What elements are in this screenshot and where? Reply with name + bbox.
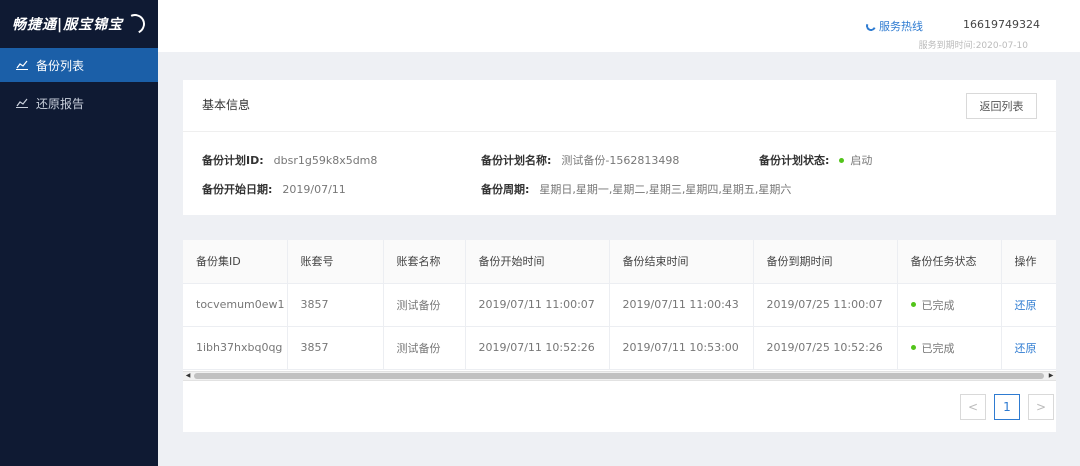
hotline-number: 16619749324 [963,18,1040,31]
field-value: 测试备份-1562813498 [561,154,680,167]
restore-link[interactable]: 还原 [1015,342,1037,355]
table-cell-status: 已完成 [897,326,1002,370]
table-cell: 测试备份 [383,326,466,370]
chart-line-icon [16,59,28,71]
top-header: 服务热线 16619749324 服务到期时间:2020-07-10 [158,0,1080,52]
column-header[interactable]: 操作 [1001,240,1056,284]
table-cell: 3857 [287,326,384,370]
chart-line-icon [16,97,28,109]
table-cell: 2019/07/11 11:00:07 [465,283,610,327]
service-expiry: 服务到期时间:2020-07-10 [918,41,1028,51]
field-label: 备份开始日期: [202,183,273,196]
field-label: 备份周期: [481,183,530,196]
basic-info-card: 基本信息 返回列表 备份计划ID: dbsr1g59k8x5dm8 备份计划名称:… [183,80,1056,215]
column-header[interactable]: 账套名称 [383,240,466,284]
scroll-left-icon[interactable]: ◀ [183,372,193,380]
table-cell: 2019/07/11 10:53:00 [609,326,754,370]
table-cell: 2019/07/25 10:52:26 [753,326,898,370]
page-button-current[interactable]: 1 [994,394,1020,420]
status-text: 已完成 [921,298,955,312]
field-backup-cycle: 备份周期: 星期日,星期一,星期二,星期三,星期四,星期五,星期六 [481,181,791,197]
table-row: 1ibh37hxbq0qg 3857 测试备份 2019/07/11 10:52… [183,326,1056,370]
table-cell: tocvemum0ew1 [183,283,288,327]
hotline-label: 服务热线 [879,20,923,33]
next-page-button[interactable]: > [1028,394,1054,420]
field-plan-id: 备份计划ID: dbsr1g59k8x5dm8 [202,152,377,168]
wifi-signal-icon [122,11,148,37]
field-label: 备份计划名称: [481,154,552,167]
table-cell: 测试备份 [383,283,466,327]
column-header[interactable]: 备份到期时间 [753,240,898,284]
sidebar: 畅捷通|服宝锦宝 备份列表 还原报告 [0,0,158,466]
table-cell: 2019/07/11 11:00:43 [609,283,754,327]
field-value: 星期日,星期一,星期二,星期三,星期四,星期五,星期六 [539,183,792,196]
phone-icon [864,19,878,33]
field-value: 2019/07/11 [282,183,346,196]
brand-logo-text: 畅捷通|服宝锦宝 [12,17,124,33]
table-cell-action: 还原 [1001,283,1056,327]
field-plan-name: 备份计划名称: 测试备份-1562813498 [481,152,679,168]
column-header[interactable]: 账套号 [287,240,384,284]
status-dot-icon [910,345,916,350]
table-cell-action: 还原 [1001,326,1056,370]
column-header[interactable]: 备份开始时间 [465,240,610,284]
status-dot-icon [839,157,845,163]
scrollbar-thumb[interactable] [194,373,1044,379]
status-dot-icon [910,302,916,307]
table-cell-status: 已完成 [897,283,1002,327]
table-cell: 1ibh37hxbq0qg [183,326,288,370]
pagination: < 1 > [960,394,1054,420]
table-header-row: 备份集ID 账套号 账套名称 备份开始时间 备份结束时间 备份到期时间 备份任务… [183,240,1056,284]
sidebar-item-restore-report[interactable]: 还原报告 [0,86,158,120]
horizontal-scrollbar[interactable]: ◀ ▶ [183,371,1056,381]
status-text: 已完成 [921,341,955,355]
field-value: 启动 [850,154,873,167]
field-plan-status: 备份计划状态: 启动 [759,152,872,168]
column-header[interactable]: 备份结束时间 [609,240,754,284]
service-hotline[interactable]: 服务热线 [864,18,923,34]
scroll-right-icon[interactable]: ▶ [1046,372,1056,380]
table-cell: 2019/07/25 11:00:07 [753,283,898,327]
column-header[interactable]: 备份任务状态 [897,240,1002,284]
back-to-list-button[interactable]: 返回列表 [966,93,1037,119]
sidebar-item-label: 还原报告 [36,96,85,111]
table-row: tocvemum0ew1 3857 测试备份 2019/07/11 11:00:… [183,283,1056,327]
field-label: 备份计划状态: [759,154,830,167]
field-value: dbsr1g59k8x5dm8 [273,154,378,167]
section-title: 基本信息 [202,98,251,112]
backup-sets-table: 备份集ID 账套号 账套名称 备份开始时间 备份结束时间 备份到期时间 备份任务… [183,240,1056,370]
field-label: 备份计划ID: [202,154,264,167]
field-start-date: 备份开始日期: 2019/07/11 [202,181,346,197]
table-cell: 2019/07/11 10:52:26 [465,326,610,370]
sidebar-item-backup-list[interactable]: 备份列表 [0,48,158,82]
divider [183,131,1056,132]
table-cell: 3857 [287,283,384,327]
backup-sets-card: 备份集ID 账套号 账套名称 备份开始时间 备份结束时间 备份到期时间 备份任务… [183,240,1056,432]
sidebar-item-label: 备份列表 [36,58,85,73]
restore-link[interactable]: 还原 [1015,299,1037,312]
column-header[interactable]: 备份集ID [183,240,288,284]
brand-logo: 畅捷通|服宝锦宝 [0,0,158,48]
prev-page-button[interactable]: < [960,394,986,420]
